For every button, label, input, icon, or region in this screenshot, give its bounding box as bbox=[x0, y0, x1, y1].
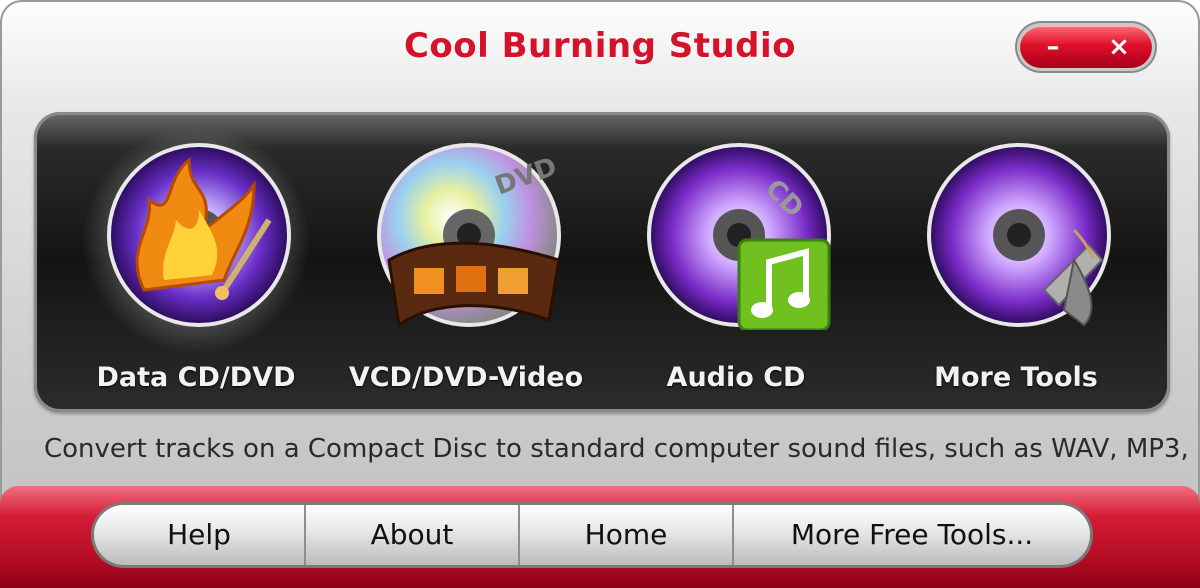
home-button[interactable]: Home bbox=[520, 505, 734, 565]
window-controls: – × bbox=[1020, 26, 1152, 68]
tools-disc-icon bbox=[927, 143, 1111, 327]
data-disc-flame-icon bbox=[107, 143, 291, 327]
description-text: Convert tracks on a Compact Disc to stan… bbox=[44, 434, 1189, 464]
close-button[interactable]: × bbox=[1094, 26, 1144, 68]
tool-label: Data CD/DVD bbox=[96, 362, 296, 393]
tool-more-tools[interactable]: More Tools bbox=[896, 140, 1136, 393]
footer-button-bar: Help About Home More Free Tools... bbox=[94, 505, 1090, 565]
tool-label: VCD/DVD-Video bbox=[348, 362, 584, 393]
more-free-tools-button[interactable]: More Free Tools... bbox=[734, 505, 1090, 565]
minimize-button[interactable]: – bbox=[1028, 26, 1078, 68]
tool-audio-cd[interactable]: CD Audio CD bbox=[616, 140, 856, 393]
tool-vcd-dvd-video[interactable]: DVD VCD/DVD-Video bbox=[346, 140, 586, 393]
tool-data-cd-dvd[interactable]: Data CD/DVD bbox=[76, 125, 316, 393]
about-button[interactable]: About bbox=[306, 505, 520, 565]
app-window: Cool Burning Studio – × Data CD/DVD DVD … bbox=[0, 0, 1200, 588]
tool-label: Audio CD bbox=[666, 362, 806, 393]
audio-disc-music-icon: CD bbox=[647, 143, 831, 330]
tool-label: More Tools bbox=[934, 362, 1098, 393]
tools-panel: Data CD/DVD DVD VCD/DVD-Video CD Audio C… bbox=[34, 112, 1170, 412]
help-button[interactable]: Help bbox=[94, 505, 306, 565]
video-disc-film-icon: DVD bbox=[377, 143, 561, 328]
